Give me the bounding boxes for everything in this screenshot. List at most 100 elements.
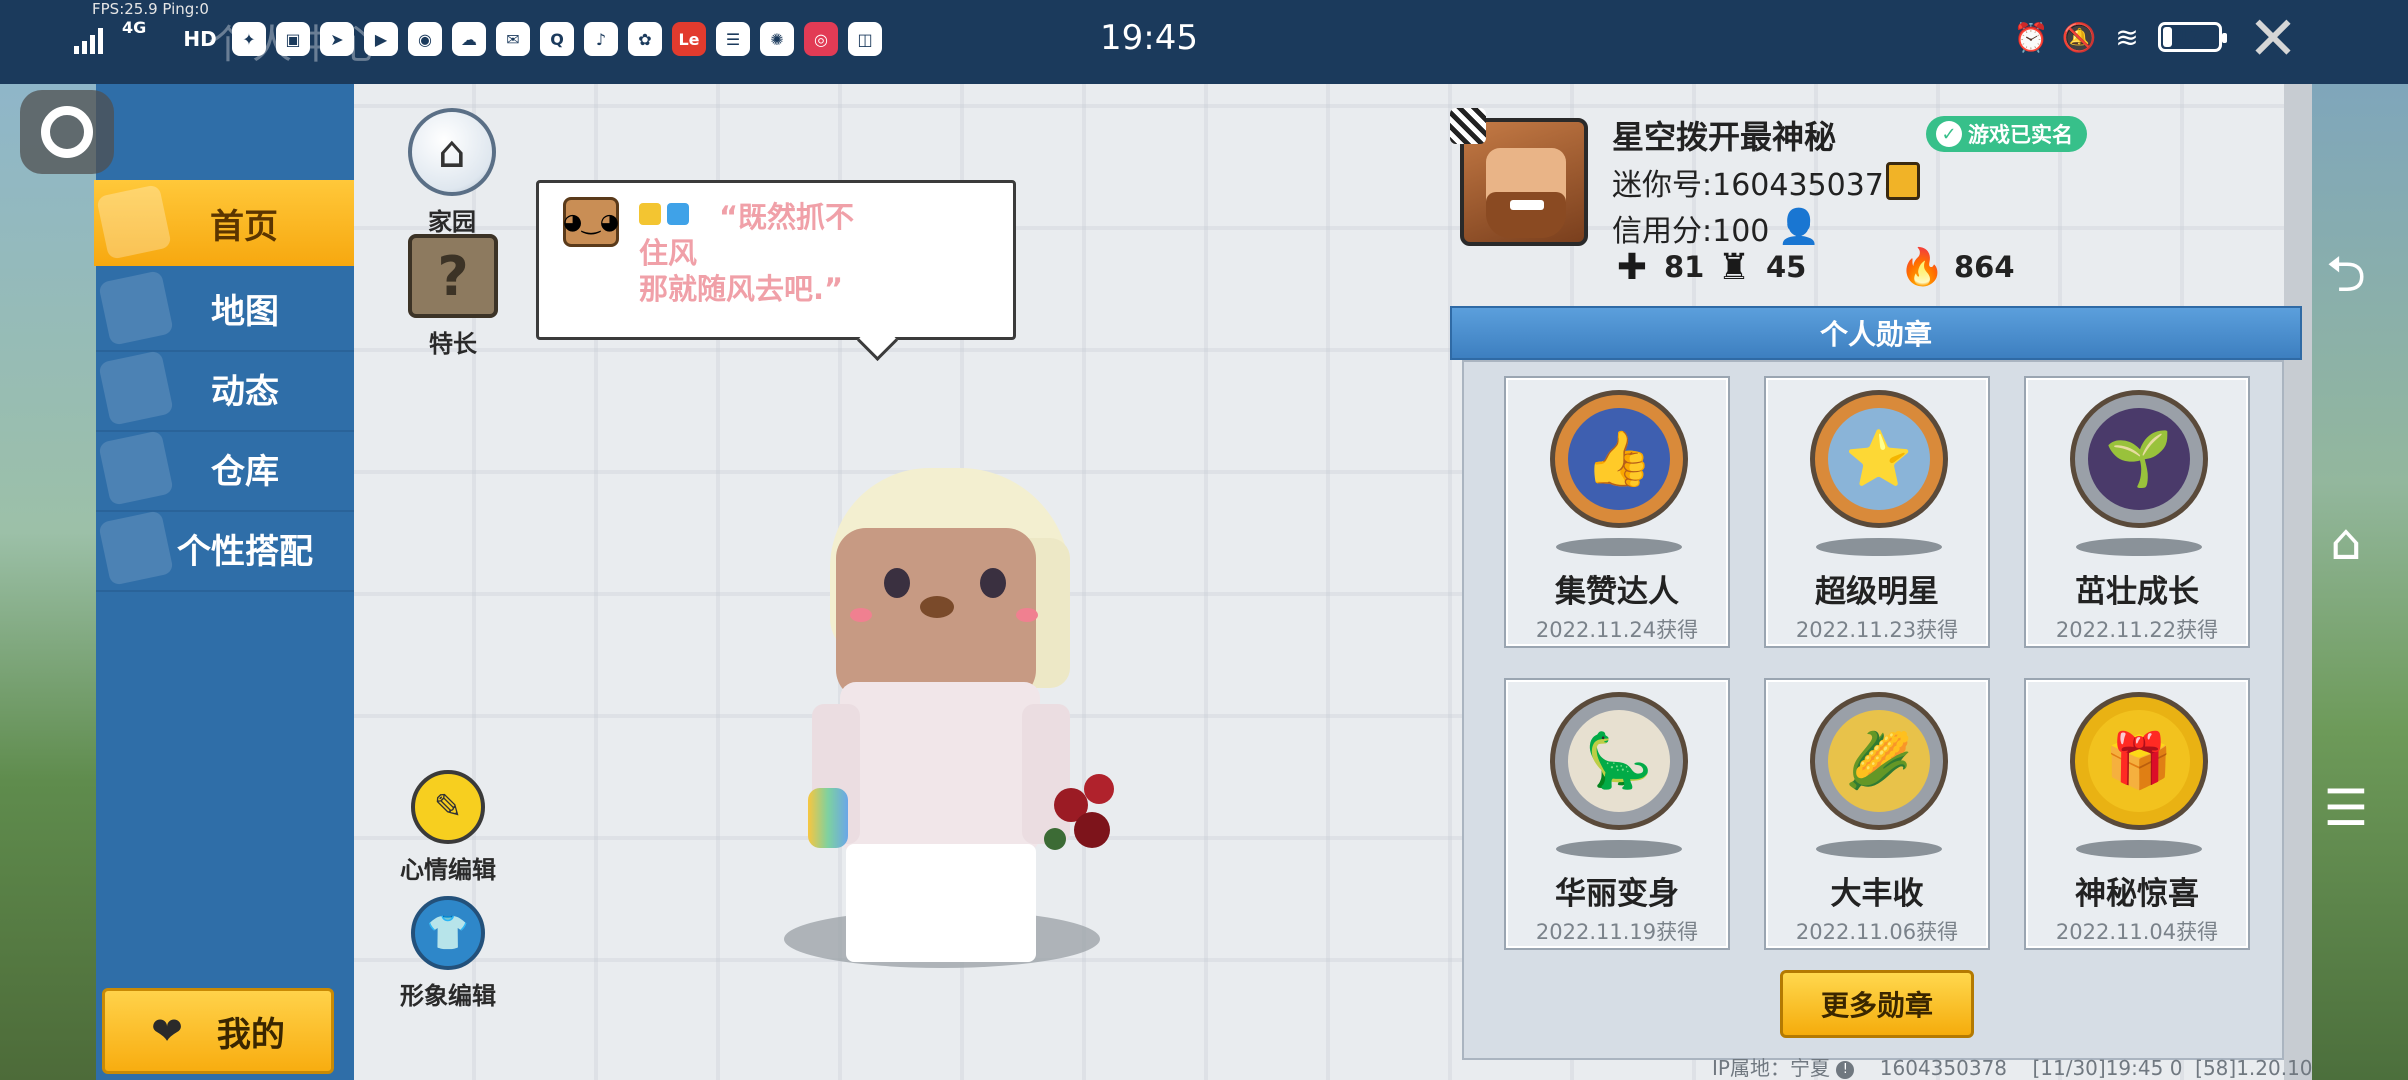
fps-readout: FPS:25.9 Ping:0 — [92, 0, 209, 18]
medal-pedestal — [1816, 840, 1942, 858]
footer-version: [58]1.20.10 — [2195, 1056, 2313, 1080]
rose-bouquet — [1044, 768, 1130, 864]
mood-bubble[interactable]: ◕‿◕ “既然抓不 住风 那就随风去吧.” — [536, 180, 1016, 340]
fire-icon: 🔥 — [1899, 247, 1945, 288]
sidebar-item-storage[interactable]: 仓库 — [96, 426, 354, 512]
realname-badge: ✓ 游戏已实名 — [1926, 116, 2087, 152]
medal-date: 2022.11.06获得 — [1795, 920, 1959, 944]
realname-label: 游戏已实名 — [1968, 123, 2073, 147]
medal-pedestal — [2076, 538, 2202, 556]
bell-icon — [98, 350, 174, 426]
medal-card[interactable]: 🎁 神秘惊喜 2022.11.04获得 — [2024, 678, 2250, 950]
status-bar: FPS:25.9 Ping:0 4G 个人中心 HD ✦ ▣ ➤ ▶ ◉ ☁ ✉… — [0, 0, 2408, 84]
specialty-button[interactable]: ? 特长 — [408, 234, 498, 359]
notification-icons: HD ✦ ▣ ➤ ▶ ◉ ☁ ✉ Q ♪ ✿ Le ☰ ✺ ◎ ◫ — [178, 22, 882, 56]
sidebar-item-label: 仓库 — [211, 451, 279, 492]
medal-icon: 🌱 — [2070, 390, 2208, 528]
rainbow-glove — [808, 788, 848, 848]
stat-value: 45 — [1766, 250, 1807, 284]
more-medals-button[interactable]: 更多勋章 — [1780, 970, 1974, 1038]
footer-info: IP属地：宁夏 ! 1604350378 [11/30]19:45 0 [58]… — [1712, 1052, 2313, 1080]
player-character[interactable] — [800, 468, 1160, 968]
stat-fans[interactable]: ♜ 45 — [1714, 246, 1807, 288]
mood-edit-label: 心情编辑 — [400, 856, 496, 884]
game-backdrop-right — [2312, 84, 2408, 1080]
home-icon[interactable]: ⌂ — [2318, 513, 2374, 571]
appearance-edit-button[interactable]: 👕 形象编辑 — [400, 896, 496, 1011]
home-garden-button[interactable]: ⌂ 家园 — [408, 108, 496, 237]
compass-icon: ◉ — [408, 22, 442, 56]
mood-text: “既然抓不 住风 那就随风去吧.” — [639, 199, 899, 307]
back-icon[interactable]: ⮌ — [2318, 245, 2374, 308]
wifi-icon: ≋ — [2115, 20, 2139, 54]
edit-icon: ✎ — [411, 770, 485, 844]
assistive-touch-button[interactable] — [20, 90, 114, 174]
game-icon: ✿ — [628, 22, 662, 56]
system-indicators: ⏰ 🔕 ≋ 17 — [2013, 20, 2227, 54]
medal-emblem: 🌱 — [2088, 408, 2190, 510]
direct-icon: ➤ — [320, 22, 354, 56]
medal-date: 2022.11.24获得 — [1535, 618, 1699, 642]
hd-icon: HD — [183, 27, 217, 51]
medal-emblem: 🌽 — [1828, 710, 1930, 812]
copy-icon[interactable] — [1886, 162, 1920, 200]
fan-icon: ✺ — [760, 22, 794, 56]
medal-icon: ⭐ — [1810, 390, 1948, 528]
medal-date: 2022.11.04获得 — [2055, 920, 2219, 944]
bear-face-icon: ◕‿◕ — [563, 197, 619, 247]
sidebar-item-map[interactable]: 地图 — [96, 266, 354, 352]
medal-icon: 🦕 — [1550, 692, 1688, 830]
mood-line: “既然抓不 — [719, 200, 855, 234]
menu-icon[interactable]: ☰ — [2318, 779, 2374, 837]
character-blush — [1016, 608, 1038, 622]
nickname: 星空拨开最神秘 — [1612, 118, 1837, 156]
mood-line: 那就随风去吧.” — [639, 272, 844, 306]
mini-id: 迷你号:1604350378 — [1612, 168, 1903, 203]
medal-card[interactable]: ⭐ 超级明星 2022.11.23获得 — [1764, 376, 1990, 648]
tiktok-icon: ♪ — [584, 22, 618, 56]
mine-button[interactable]: ❤ 我的 — [102, 988, 334, 1074]
medal-card[interactable]: 👍 集赞达人 2022.11.24获得 — [1504, 376, 1730, 648]
mood-edit-button[interactable]: ✎ 心情编辑 — [400, 770, 496, 885]
medal-emblem: 🦕 — [1568, 710, 1670, 812]
sidebar-item-outfit[interactable]: 个性搭配 — [96, 506, 354, 592]
medal-card[interactable]: 🌱 茁壮成长 2022.11.22获得 — [2024, 376, 2250, 648]
info-icon[interactable]: ! — [1836, 1060, 1855, 1079]
medal-name: 超级明星 — [1815, 574, 1939, 610]
battery-level: 17 — [2178, 27, 2202, 47]
mi-icon: ☰ — [716, 22, 750, 56]
medal-emblem: ⭐ — [1828, 408, 1930, 510]
close-icon[interactable]: ✕ — [2242, 8, 2304, 70]
video-icon: ▶ — [364, 22, 398, 56]
stat-following[interactable]: ✚ 81 — [1612, 246, 1704, 288]
sidebar: 首页 地图 动态 仓库 个性搭配 ❤ 我的 — [94, 84, 354, 1080]
person-icon: ✓ — [1936, 121, 1962, 147]
ip-location: IP属地：宁夏 — [1712, 1056, 1830, 1080]
sidebar-item-home[interactable]: 首页 — [94, 180, 354, 266]
ring-icon — [41, 106, 93, 158]
question-icon: ? — [408, 234, 498, 318]
medal-name: 集赞达人 — [1555, 574, 1679, 610]
sidebar-item-feed[interactable]: 动态 — [96, 346, 354, 432]
wechat-icon: ✦ — [232, 22, 266, 56]
le-icon: Le — [672, 22, 706, 56]
sidebar-item-label: 首页 — [210, 206, 278, 247]
specialty-label: 特长 — [429, 330, 477, 358]
medal-card[interactable]: 🌽 大丰收 2022.11.06获得 — [1764, 678, 1990, 950]
credit-score: 信用分:100 — [1612, 214, 1770, 249]
character-eye — [980, 568, 1006, 598]
quark-icon: Q — [540, 22, 574, 56]
character-nose — [920, 596, 954, 618]
character-eye — [884, 568, 910, 598]
stat-popularity[interactable]: 🔥 864 — [1899, 246, 2015, 288]
plus-bookmark-icon: ✚ — [1616, 246, 1648, 288]
network-type: 4G — [122, 18, 147, 37]
credit-info-icon[interactable]: 👤 — [1778, 206, 1820, 248]
mail-icon: ✉ — [496, 22, 530, 56]
house-icon: ⌂ — [408, 108, 496, 196]
battery-icon: 17 — [2158, 22, 2227, 52]
panel-edge — [2284, 84, 2312, 1080]
alarm-icon: ⏰ — [2013, 20, 2049, 54]
medal-card[interactable]: 🦕 华丽变身 2022.11.19获得 — [1504, 678, 1730, 950]
medal-pedestal — [1556, 538, 1682, 556]
